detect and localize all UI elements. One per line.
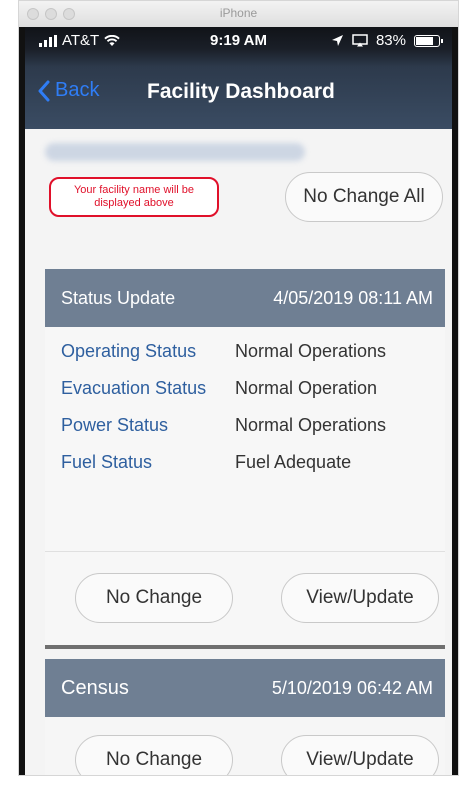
status-bar: AT&T 9:19 AM 83% xyxy=(25,27,452,53)
no-change-all-button[interactable]: No Change All xyxy=(285,172,443,222)
navigation-bar: Back Facility Dashboard xyxy=(25,53,452,129)
census-no-change-label: No Change xyxy=(105,749,203,770)
window-titlebar: iPhone xyxy=(19,1,458,28)
status-label: Power Status xyxy=(61,415,169,435)
census-date: 5/10/2019 06:42 AM xyxy=(271,677,433,698)
card-divider xyxy=(45,551,445,552)
chevron-left-icon xyxy=(38,80,50,101)
section-separator xyxy=(45,645,445,649)
status-no-change-label: No Change xyxy=(105,587,203,608)
status-value: Fuel Adequate xyxy=(235,452,352,472)
back-button[interactable]: Back xyxy=(37,79,99,102)
facility-name-redacted xyxy=(45,143,305,161)
location-arrow-icon xyxy=(331,35,343,46)
status-update-header: Status Update 4/05/2019 08:11 AM xyxy=(45,269,445,327)
status-row-operating: Operating Status Normal Operations xyxy=(61,341,441,378)
status-row-evacuation: Evacuation Status Normal Operation xyxy=(61,378,441,415)
census-title: Census xyxy=(61,676,129,699)
status-update-date: 4/05/2019 08:11 AM xyxy=(273,287,433,308)
census-view-update-label: View/Update xyxy=(306,749,414,770)
status-value: Normal Operations xyxy=(235,341,387,361)
hint-text: Your facility name will be displayed abo… xyxy=(73,184,195,209)
page-title: Facility Dashboard xyxy=(147,80,335,103)
census-card: Census 5/10/2019 06:42 AM No Change View… xyxy=(45,659,445,775)
back-label: Back xyxy=(55,79,100,101)
census-header: Census 5/10/2019 06:42 AM xyxy=(45,659,445,717)
status-row-fuel: Fuel Status Fuel Adequate xyxy=(61,452,441,489)
status-update-card: Status Update 4/05/2019 08:11 AM Operati… xyxy=(45,269,445,649)
status-no-change-button[interactable]: No Change xyxy=(75,573,233,623)
status-rows: Operating Status Normal Operations Evacu… xyxy=(61,341,441,489)
phone-screen: AT&T 9:19 AM 83% Back Facility Dashboard… xyxy=(25,27,452,775)
screen-mirroring-icon xyxy=(352,34,368,47)
status-value: Normal Operation xyxy=(235,378,378,398)
battery-percent: 83% xyxy=(375,32,406,49)
status-right-group: 83% xyxy=(331,32,443,49)
status-label: Evacuation Status xyxy=(61,378,207,398)
status-view-update-label: View/Update xyxy=(306,587,414,608)
status-label: Operating Status xyxy=(61,341,197,361)
census-view-update-button[interactable]: View/Update xyxy=(281,735,439,775)
facility-name-hint: Your facility name will be displayed abo… xyxy=(49,177,219,217)
top-bar: AT&T 9:19 AM 83% Back Facility Dashboard xyxy=(25,27,452,129)
status-update-title: Status Update xyxy=(61,287,176,308)
battery-icon xyxy=(414,34,443,47)
no-change-all-label: No Change All xyxy=(303,186,425,207)
census-no-change-button[interactable]: No Change xyxy=(75,735,233,775)
window-title: iPhone xyxy=(219,6,258,20)
dashboard-content: Your facility name will be displayed abo… xyxy=(25,129,452,775)
status-row-power: Power Status Normal Operations xyxy=(61,415,441,452)
status-label: Fuel Status xyxy=(61,452,153,472)
simulator-window: iPhone AT&T 9:19 AM 83% Back Facility Da… xyxy=(18,0,459,776)
status-value: Normal Operations xyxy=(235,415,387,435)
status-view-update-button[interactable]: View/Update xyxy=(281,573,439,623)
device-bezel-right xyxy=(452,27,458,775)
